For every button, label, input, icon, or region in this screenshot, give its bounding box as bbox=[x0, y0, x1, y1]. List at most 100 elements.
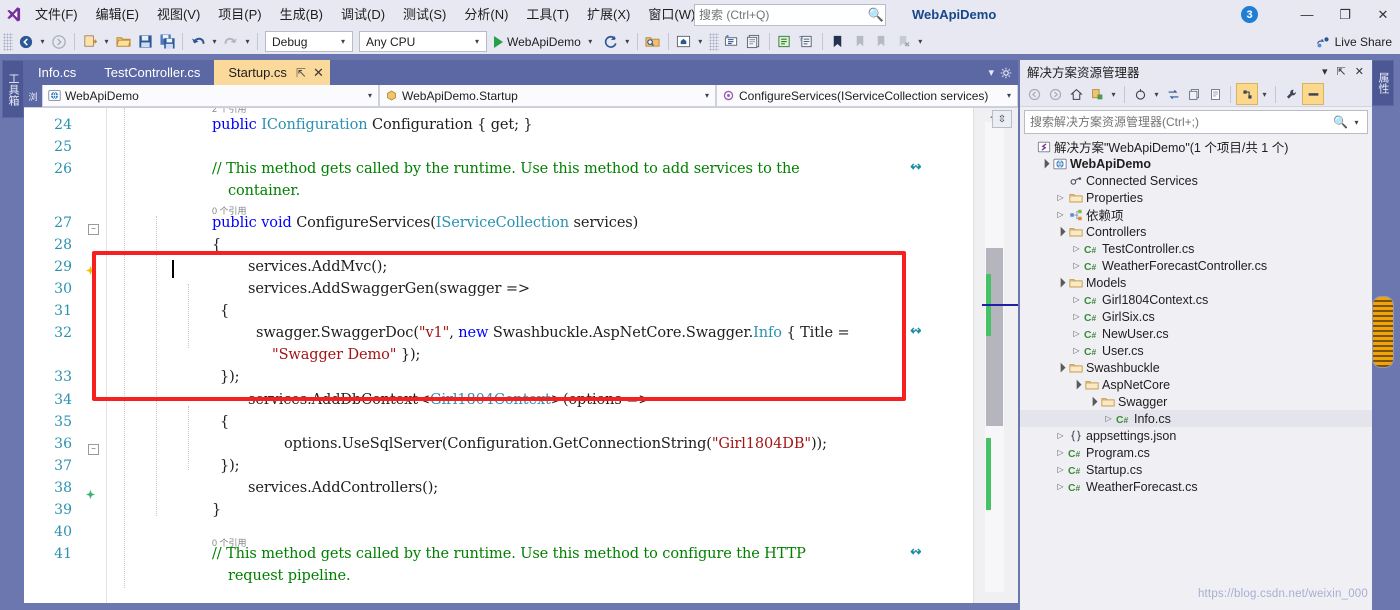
collapse-region-toggle[interactable]: − bbox=[88, 444, 99, 455]
collapse-all-icon[interactable] bbox=[1163, 84, 1183, 104]
undo-dropdown-icon[interactable]: ▾ bbox=[209, 37, 220, 46]
tree-item-weatherforecast-cs[interactable]: ▷ C# WeatherForecast.cs bbox=[1020, 478, 1372, 495]
chevron-right-icon[interactable]: ▷ bbox=[1054, 482, 1067, 491]
close-button[interactable]: ✕ bbox=[1364, 0, 1400, 29]
start-debug-button[interactable]: WebApiDemo ▾ bbox=[490, 35, 600, 49]
tree-item-[interactable]: ▷ 依赖项 bbox=[1020, 206, 1372, 223]
open-folder-icon[interactable] bbox=[112, 31, 134, 53]
pending-changes-icon[interactable] bbox=[1087, 84, 1107, 104]
chevron-right-icon[interactable]: ▷ bbox=[1054, 431, 1067, 440]
properties-vertical-tab[interactable]: 属性 bbox=[1372, 60, 1394, 106]
tree-item-info-cs[interactable]: ▷ C# Info.cs bbox=[1020, 410, 1372, 427]
previous-bookmark-icon[interactable] bbox=[849, 31, 871, 53]
hot-reload-icon[interactable] bbox=[600, 31, 622, 53]
live-share-button[interactable]: Live Share bbox=[1316, 31, 1392, 52]
chevron-down-icon[interactable]: ▾ bbox=[1151, 90, 1162, 99]
chevron-right-icon[interactable]: ▷ bbox=[1070, 295, 1083, 304]
tree-item-properties[interactable]: ▷ Properties bbox=[1020, 189, 1372, 206]
solution-platform-combo[interactable]: Any CPU ▾ bbox=[359, 31, 487, 52]
tree-item-program-cs[interactable]: ▷ C# Program.cs bbox=[1020, 444, 1372, 461]
tab-testcontroller-cs[interactable]: TestController.cs bbox=[90, 60, 214, 85]
pin-icon[interactable]: ⇱ bbox=[296, 66, 306, 80]
solution-explorer-icon[interactable] bbox=[673, 31, 695, 53]
preview-selected-items-icon[interactable] bbox=[1205, 84, 1225, 104]
menu-extensions[interactable]: 扩展(X) bbox=[578, 4, 639, 26]
save-all-icon[interactable] bbox=[156, 31, 178, 53]
glyph-margin[interactable]: − − bbox=[80, 108, 107, 603]
toolbox-vertical-tab[interactable]: 工具箱 bbox=[2, 60, 24, 118]
properties-window-icon[interactable] bbox=[721, 31, 743, 53]
navbar-project-combo[interactable]: WebApiDemo ▾ bbox=[42, 85, 379, 107]
tree-item-webapidemo-1-1[interactable]: 解决方案"WebApiDemo"(1 个项目/共 1 个) bbox=[1020, 138, 1372, 155]
back-icon[interactable] bbox=[1024, 84, 1044, 104]
editor-vertical-scrollbar[interactable] bbox=[973, 108, 1018, 603]
chevron-right-icon[interactable]: ▷ bbox=[1054, 465, 1067, 474]
comment-selection-icon[interactable] bbox=[774, 31, 796, 53]
chevron-down-icon[interactable]: ▾ bbox=[585, 37, 596, 46]
editor-split-handle[interactable]: ⇳ bbox=[992, 110, 1012, 128]
tree-item-models[interactable]: ◢ Models bbox=[1020, 274, 1372, 291]
toggle-bookmark-icon[interactable] bbox=[827, 31, 849, 53]
close-icon[interactable]: ✕ bbox=[1355, 65, 1364, 78]
chevron-right-icon[interactable]: ▷ bbox=[1070, 329, 1083, 338]
menu-debug[interactable]: 调试(D) bbox=[332, 4, 394, 26]
server-explorer-tab[interactable]: 浏 bbox=[24, 85, 42, 107]
next-bookmark-icon[interactable] bbox=[871, 31, 893, 53]
chevron-down-icon[interactable]: ▾ bbox=[1259, 90, 1270, 99]
solution-explorer-search-box[interactable]: 🔍 ▾ bbox=[1024, 110, 1368, 134]
tree-item-swashbuckle[interactable]: ◢ Swashbuckle bbox=[1020, 359, 1372, 376]
menu-test[interactable]: 测试(S) bbox=[394, 4, 455, 26]
tree-item-user-cs[interactable]: ▷ C# User.cs bbox=[1020, 342, 1372, 359]
toolbar-grip-2[interactable] bbox=[708, 32, 719, 51]
menu-tools[interactable]: 工具(T) bbox=[517, 4, 578, 26]
chevron-right-icon[interactable]: ▷ bbox=[1054, 448, 1067, 457]
navbar-member-combo[interactable]: ConfigureServices(IServiceCollection ser… bbox=[716, 85, 1018, 107]
tree-item-controllers[interactable]: ◢ Controllers bbox=[1020, 223, 1372, 240]
toolbar-grip[interactable] bbox=[3, 32, 13, 51]
navigate-backward-icon[interactable] bbox=[15, 31, 37, 53]
code-editor-surface[interactable]: 24 25 26 27 28 29 30 31 32 33 34 35 36 3… bbox=[24, 108, 1018, 603]
menu-project[interactable]: 项目(P) bbox=[209, 4, 270, 26]
forward-icon[interactable] bbox=[1045, 84, 1065, 104]
minimize-button[interactable]: — bbox=[1288, 0, 1326, 29]
find-in-files-icon[interactable] bbox=[642, 31, 664, 53]
chevron-down-icon[interactable]: ▾ bbox=[1322, 65, 1328, 78]
solution-tree[interactable]: 解决方案"WebApiDemo"(1 个项目/共 1 个) ◢ WebApiDemo… bbox=[1020, 136, 1372, 610]
properties-icon[interactable] bbox=[1281, 84, 1301, 104]
chevron-right-icon[interactable]: ▷ bbox=[1070, 312, 1083, 321]
chevron-right-icon[interactable]: ▷ bbox=[1070, 244, 1083, 253]
tree-item-newuser-cs[interactable]: ▷ C# NewUser.cs bbox=[1020, 325, 1372, 342]
chevron-down-icon[interactable]: ▾ bbox=[1108, 90, 1119, 99]
clear-bookmarks-icon[interactable] bbox=[893, 31, 915, 53]
global-search-input[interactable] bbox=[695, 6, 867, 24]
home-icon[interactable] bbox=[1066, 84, 1086, 104]
window-dropdown-icon[interactable]: ▾ bbox=[695, 37, 706, 46]
new-project-icon[interactable] bbox=[79, 31, 101, 53]
tab-list-dropdown-icon[interactable]: ▾ bbox=[988, 66, 994, 79]
chevron-right-icon[interactable]: ▷ bbox=[1070, 346, 1083, 355]
tree-item-swagger[interactable]: ◢ Swagger bbox=[1020, 393, 1372, 410]
chevron-right-icon[interactable]: ▷ bbox=[1070, 261, 1083, 270]
show-all-files-icon[interactable] bbox=[1184, 84, 1204, 104]
navigate-forward-icon[interactable] bbox=[48, 31, 70, 53]
back-dropdown-icon[interactable]: ▾ bbox=[37, 37, 48, 46]
chevron-right-icon[interactable]: ▷ bbox=[1054, 193, 1067, 202]
close-icon[interactable]: ✕ bbox=[313, 65, 324, 81]
menu-file[interactable]: 文件(F) bbox=[26, 4, 87, 26]
tree-item-webapidemo[interactable]: ◢ WebApiDemo bbox=[1020, 155, 1372, 172]
redo-dropdown-icon[interactable]: ▾ bbox=[242, 37, 253, 46]
save-icon[interactable] bbox=[134, 31, 156, 53]
notification-badge[interactable]: 3 bbox=[1241, 6, 1258, 23]
tree-item-girlsix-cs[interactable]: ▷ C# GirlSix.cs bbox=[1020, 308, 1372, 325]
collapse-region-toggle[interactable]: − bbox=[88, 224, 99, 235]
menu-view[interactable]: 视图(V) bbox=[148, 4, 209, 26]
object-browser-icon[interactable] bbox=[743, 31, 765, 53]
solution-configuration-combo[interactable]: Debug ▾ bbox=[265, 31, 353, 52]
refresh-icon[interactable] bbox=[1130, 84, 1150, 104]
new-project-dropdown-icon[interactable]: ▾ bbox=[101, 37, 112, 46]
chevron-right-icon[interactable]: ▷ bbox=[1102, 414, 1115, 423]
chevron-down-icon[interactable]: ▾ bbox=[1351, 118, 1367, 127]
tree-item-testcontroller-cs[interactable]: ▷ C# TestController.cs bbox=[1020, 240, 1372, 257]
tree-item-aspnetcore[interactable]: ◢ AspNetCore bbox=[1020, 376, 1372, 393]
toolbar-overflow-icon[interactable]: ▾ bbox=[915, 37, 926, 46]
